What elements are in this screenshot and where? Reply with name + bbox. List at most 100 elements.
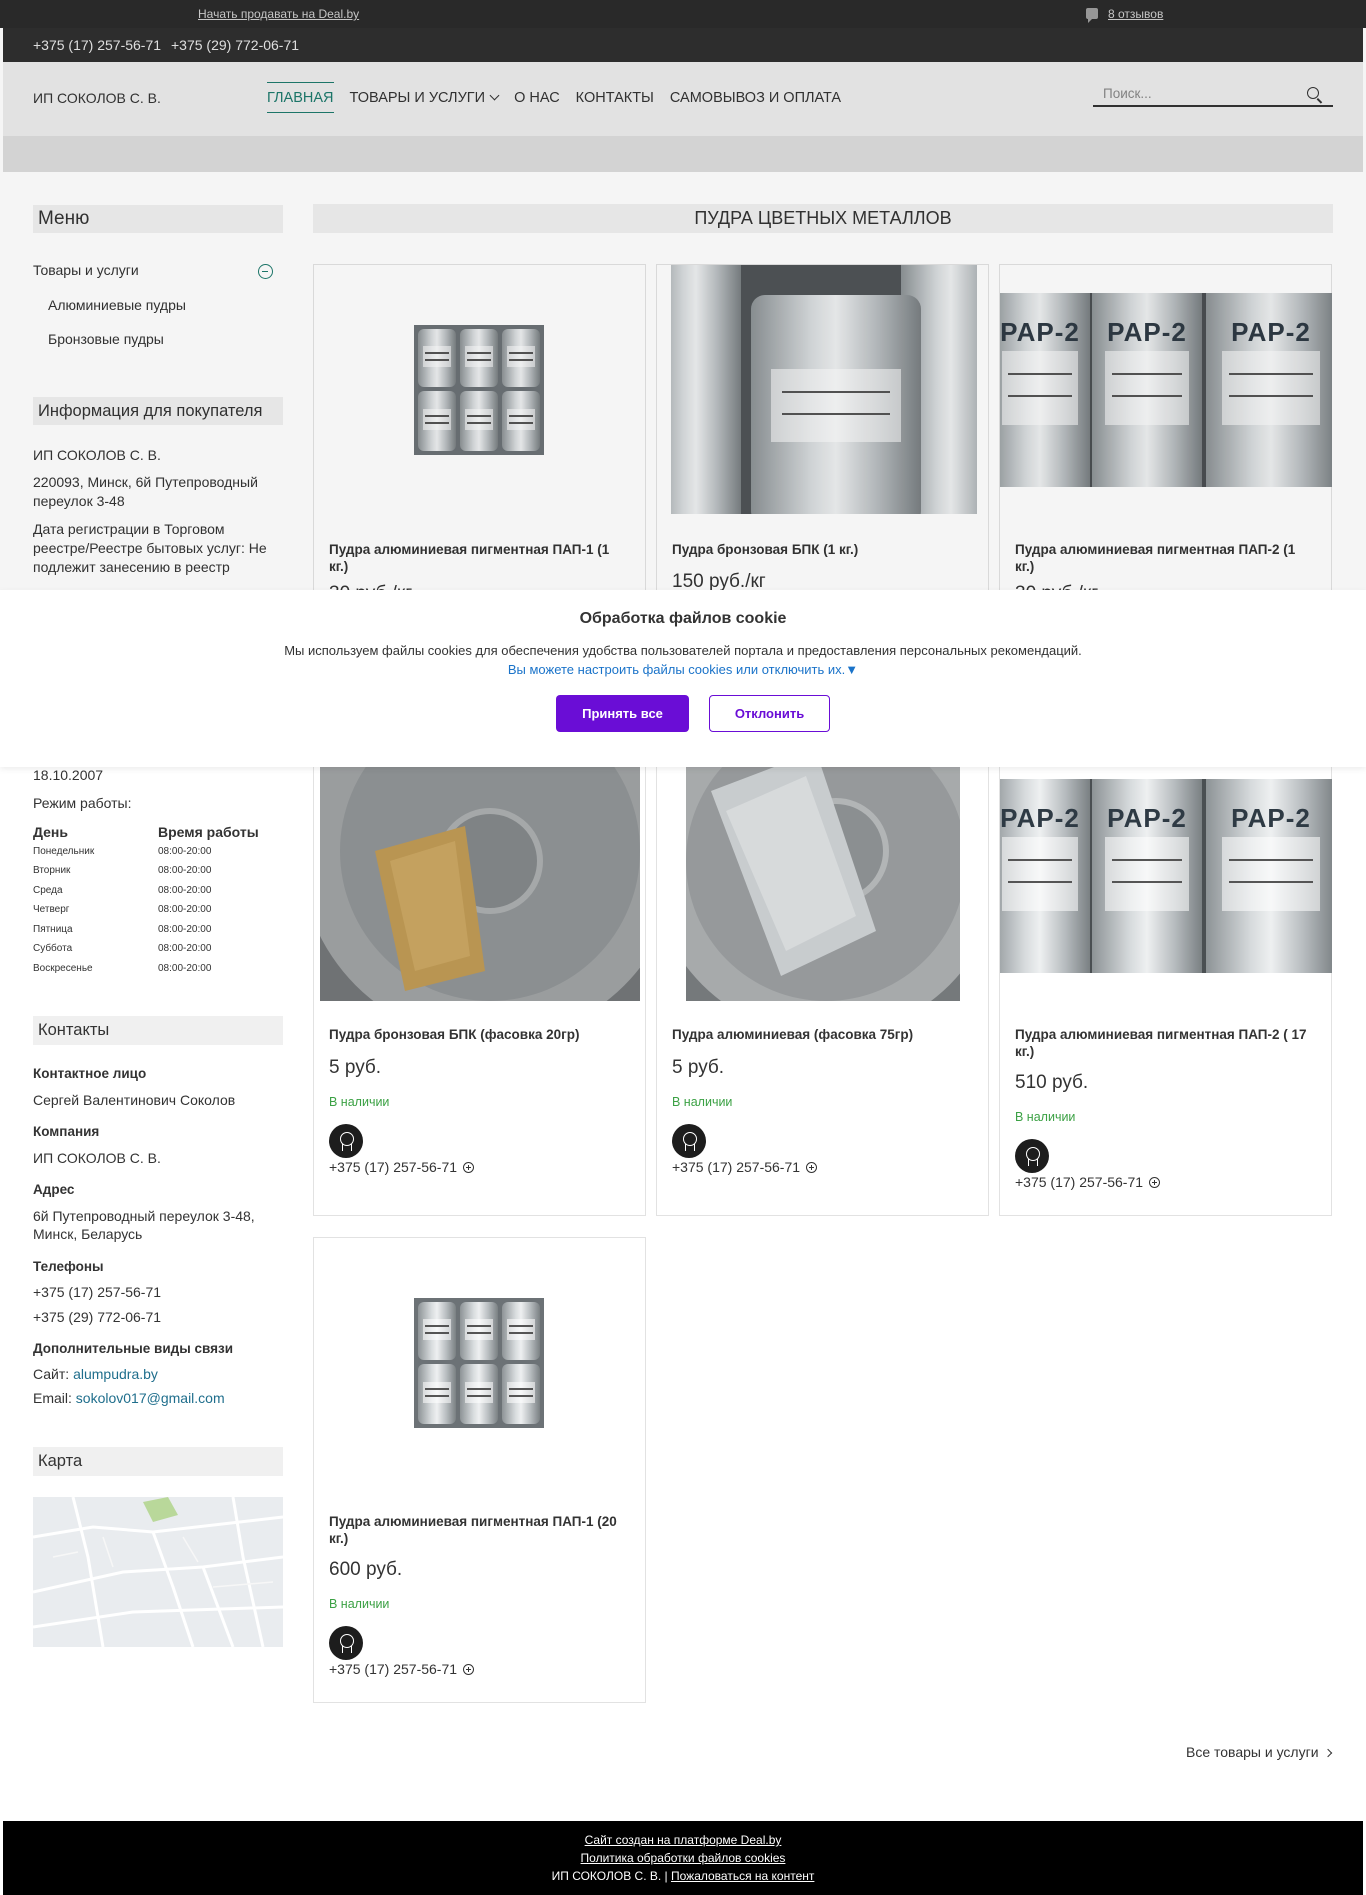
schedule-row: Суббота 08:00-20:00: [33, 939, 273, 959]
email-link[interactable]: sokolov017@gmail.com: [76, 1390, 225, 1406]
product-phone[interactable]: +375 (17) 257-56-71: [672, 1159, 818, 1175]
main-nav: ГЛАВНАЯ ТОВАРЫ И УСЛУГИ О НАС КОНТАКТЫ С…: [267, 82, 841, 113]
comment-icon: [1086, 8, 1098, 23]
nav-pickup-payment[interactable]: САМОВЫВОЗ И ОПЛАТА: [670, 90, 841, 113]
product-image[interactable]: [320, 741, 640, 1001]
nav-goods[interactable]: ТОВАРЫ И УСЛУГИ: [350, 90, 500, 113]
nav-contacts[interactable]: КОНТАКТЫ: [576, 90, 654, 113]
company-logo[interactable]: ИП СОКОЛОВ С. В.: [33, 90, 161, 106]
accept-all-button[interactable]: Принять все: [556, 695, 689, 732]
top-bar: Начать продавать на Deal.by 8 отзывов: [0, 0, 1366, 28]
product-price: 510 руб.: [1015, 1072, 1089, 1093]
schedule-time: 08:00-20:00: [158, 962, 212, 974]
plus-circle-icon[interactable]: [463, 1664, 475, 1675]
all-goods-link[interactable]: Все товары и услуги: [1186, 1744, 1332, 1760]
can-label: PAP-2: [1107, 803, 1187, 834]
product-title[interactable]: Пудра алюминиевая пигментная ПАП-1 (20 к…: [329, 1513, 629, 1547]
footer-company: ИП СОКОЛОВ С. В. |: [551, 1869, 668, 1883]
site-row: Сайт: alumpudra.by: [33, 1366, 158, 1382]
email-row: Email: sokolov017@gmail.com: [33, 1390, 225, 1406]
site-link[interactable]: alumpudra.by: [73, 1366, 158, 1382]
reviews-link[interactable]: 8 отзывов: [1086, 7, 1164, 23]
schedule-table: День Время работы Понедельник 08:00-20:00…: [33, 822, 273, 978]
award-icon: [329, 1124, 363, 1158]
can-label: PAP-2: [1231, 803, 1311, 834]
start-selling-link[interactable]: Начать продавать на Deal.by: [198, 7, 359, 21]
schedule-row: Четверг 08:00-20:00: [33, 900, 273, 920]
sidebar-item-bronze[interactable]: Бронзовые пудры: [48, 331, 164, 347]
schedule-time: 08:00-20:00: [158, 904, 212, 916]
product-card[interactable]: Пудра алюминиевая (фасовка 75гр) 5 руб. …: [656, 740, 989, 1216]
product-card[interactable]: Пудра бронзовая БПК (фасовка 20гр) 5 руб…: [313, 740, 646, 1216]
product-card[interactable]: Пудра алюминиевая пигментная ПАП-1 (20 к…: [313, 1237, 646, 1703]
product-image[interactable]: [671, 265, 977, 514]
award-icon: [1015, 1139, 1049, 1173]
registration-info: Дата регистрации в Торговом реестре/Реес…: [33, 521, 267, 575]
product-title[interactable]: Пудра алюминиевая (фасовка 75гр): [672, 1026, 972, 1043]
company-name: ИП СОКОЛОВ С. В.: [33, 447, 161, 463]
platform-link[interactable]: Сайт создан на платформе Deal.by: [585, 1833, 782, 1847]
product-image[interactable]: [414, 325, 544, 455]
cookie-policy-link[interactable]: Политика обработки файлов cookies: [581, 1851, 786, 1865]
sidebar-item-aluminium[interactable]: Алюминиевые пудры: [48, 297, 186, 313]
reviews-count: 8 отзывов: [1108, 7, 1164, 21]
product-phone-number: +375 (17) 257-56-71: [1015, 1174, 1144, 1190]
product-title[interactable]: Пудра алюминиевая пигментная ПАП-1 (1 кг…: [329, 541, 629, 575]
cookie-banner: Обработка файлов cookie Мы используем фа…: [0, 590, 1366, 767]
product-phone[interactable]: +375 (17) 257-56-71: [1015, 1174, 1161, 1190]
can-label: PAP-2: [1107, 317, 1187, 348]
product-price: 600 руб.: [329, 1559, 403, 1580]
schedule-time: 08:00-20:00: [158, 845, 212, 857]
schedule-day: Вторник: [33, 865, 71, 877]
product-card[interactable]: PAP-2 PAP-2 PAP-2 Пудра алюминиевая пигм…: [999, 740, 1332, 1216]
nav-home[interactable]: ГЛАВНАЯ: [267, 82, 334, 113]
header-phone-1[interactable]: +375 (17) 257-56-71: [33, 37, 161, 53]
product-image[interactable]: [414, 1298, 544, 1428]
contact-person: Сергей Валентинович Соколов: [33, 1092, 236, 1108]
contacts-title: Контакты: [33, 1016, 283, 1045]
nav-about[interactable]: О НАС: [514, 90, 560, 113]
stock-status: В наличии: [1015, 1110, 1076, 1124]
search-icon[interactable]: [1307, 87, 1319, 99]
site-label: Сайт:: [33, 1366, 70, 1382]
phone-bar: +375 (17) 257-56-71 +375 (29) 772-06-71: [3, 28, 1363, 62]
contact-phone-1[interactable]: +375 (17) 257-56-71: [33, 1284, 161, 1300]
product-title[interactable]: Пудра алюминиевая пигментная ПАП-2 (1 кг…: [1015, 541, 1315, 575]
location-map[interactable]: [33, 1497, 283, 1647]
sidebar-item-goods[interactable]: Товары и услуги: [33, 262, 139, 278]
company-label: Компания: [33, 1124, 100, 1139]
product-title[interactable]: Пудра бронзовая БПК (1 кг.): [672, 541, 972, 558]
address-label: Адрес: [33, 1182, 75, 1197]
product-phone[interactable]: +375 (17) 257-56-71: [329, 1159, 475, 1175]
schedule-row: Понедельник 08:00-20:00: [33, 842, 273, 862]
contact-phone-2[interactable]: +375 (29) 772-06-71: [33, 1309, 161, 1325]
plus-circle-icon[interactable]: [1149, 1177, 1161, 1188]
collapse-icon[interactable]: [258, 264, 273, 279]
product-image[interactable]: PAP-2 PAP-2 PAP-2: [1000, 293, 1332, 487]
contact-company: ИП СОКОЛОВ С. В.: [33, 1150, 161, 1166]
schedule-day: Среда: [33, 884, 63, 896]
stock-status: В наличии: [329, 1095, 390, 1109]
menu-title: Меню: [33, 205, 283, 233]
product-title[interactable]: Пудра алюминиевая пигментная ПАП-2 ( 17 …: [1015, 1026, 1315, 1060]
product-title[interactable]: Пудра бронзовая БПК (фасовка 20гр): [329, 1026, 629, 1043]
decline-button[interactable]: Отклонить: [709, 695, 830, 732]
cookie-settings-link[interactable]: Вы можете настроить файлы cookies или от…: [0, 662, 1366, 677]
plus-circle-icon[interactable]: [463, 1162, 475, 1173]
search-input[interactable]: [1093, 86, 1293, 101]
award-icon: [672, 1124, 706, 1158]
product-phone[interactable]: +375 (17) 257-56-71: [329, 1661, 475, 1677]
chevron-down-icon: [489, 90, 500, 101]
header-band: [3, 136, 1363, 172]
schedule-day-header: День: [33, 823, 68, 840]
schedule-day: Суббота: [33, 943, 73, 955]
header-phone-2[interactable]: +375 (29) 772-06-71: [171, 37, 299, 53]
product-image[interactable]: PAP-2 PAP-2 PAP-2: [1000, 779, 1332, 973]
schedule-row: Вторник 08:00-20:00: [33, 861, 273, 881]
plus-circle-icon[interactable]: [806, 1162, 818, 1173]
schedule-time-header: Время работы: [158, 823, 259, 840]
schedule-day: Воскресенье: [33, 962, 93, 974]
report-content-link[interactable]: Пожаловаться на контент: [671, 1869, 814, 1883]
product-image[interactable]: [686, 741, 960, 1001]
buyer-info-title: Информация для покупателя: [33, 397, 283, 425]
